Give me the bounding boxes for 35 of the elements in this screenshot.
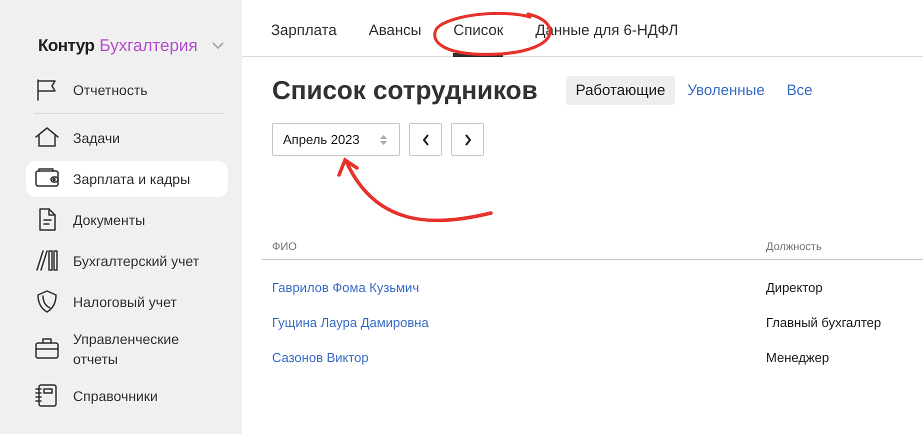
tab[interactable]: Список xyxy=(453,0,504,57)
column-header: ФИО xyxy=(272,241,297,253)
table-cell: Директор xyxy=(766,280,823,295)
sort-arrows-icon xyxy=(380,134,387,144)
table-cell: Главный бухгалтер xyxy=(766,315,882,330)
sidebar-item[interactable]: Документы xyxy=(26,202,228,238)
period-select[interactable]: Апрель 2023 xyxy=(272,123,400,156)
previous-button[interactable] xyxy=(409,123,442,156)
column-header: Должность xyxy=(766,241,822,253)
chevron-right-icon xyxy=(464,134,472,146)
notebook-icon xyxy=(34,383,60,409)
filter-tab[interactable]: Уволенные xyxy=(677,76,775,105)
employee-link[interactable]: Сазонов Виктор xyxy=(272,350,369,365)
page-title: Список сотрудников xyxy=(272,75,538,106)
sidebar-item[interactable]: Управленческие отчеты xyxy=(26,325,228,373)
sidebar-item[interactable]: Бухгалтерский учет xyxy=(26,243,228,279)
sidebar-item[interactable]: Зарплата и кадры xyxy=(26,161,228,197)
sidebar-item[interactable]: Отчетность xyxy=(26,72,228,108)
employee-link[interactable]: Гущина Лаура Дамировна xyxy=(272,315,429,330)
briefcase-icon xyxy=(34,336,60,362)
chevron-left-icon xyxy=(422,134,430,146)
next-button[interactable] xyxy=(451,123,484,156)
table-cell: Менеджер xyxy=(766,350,830,365)
brand-name: Контур xyxy=(38,36,94,56)
sidebar-item[interactable]: Налоговый учет xyxy=(26,284,228,320)
employee-link[interactable]: Гаврилов Фома Кузьмич xyxy=(272,280,420,295)
logo[interactable]: Контур Бухгалтерия xyxy=(26,34,228,58)
tab[interactable]: Зарплата xyxy=(271,0,337,57)
sidebar-item[interactable]: Справочники xyxy=(26,378,228,414)
tab[interactable]: Авансы xyxy=(368,0,422,57)
books-icon xyxy=(34,248,60,274)
filter-tab[interactable]: Работающие xyxy=(566,76,676,105)
sidebar-item[interactable]: Задачи xyxy=(26,120,228,156)
filter-tab[interactable]: Все xyxy=(776,76,823,105)
product-name: Бухгалтерия xyxy=(99,36,198,56)
